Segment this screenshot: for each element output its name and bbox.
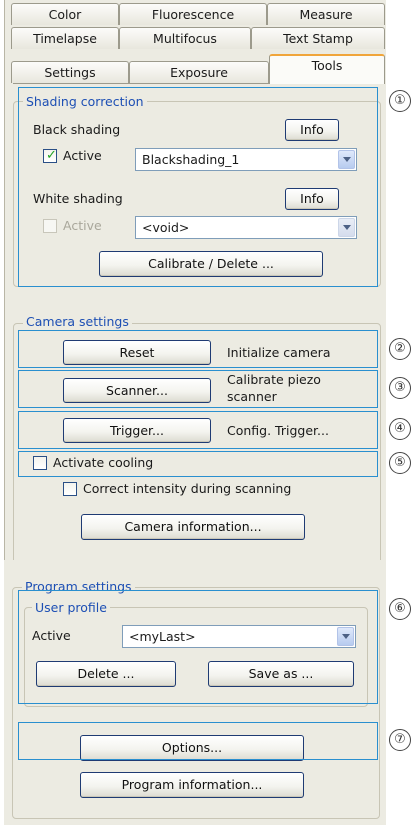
tab-text-stamp[interactable]: Text Stamp xyxy=(251,27,385,49)
program-information-button[interactable]: Program information... xyxy=(80,772,304,798)
callout-frame-6 xyxy=(18,590,378,704)
tab-timelapse[interactable]: Timelapse xyxy=(11,27,119,49)
tab-tools[interactable]: Tools xyxy=(269,54,385,84)
tab-multifocus[interactable]: Multifocus xyxy=(119,27,251,49)
callout-frame-5 xyxy=(18,451,378,477)
tab-measure[interactable]: Measure xyxy=(267,3,385,25)
tab-settings[interactable]: Settings xyxy=(11,61,129,83)
correct-intensity-label: Correct intensity during scanning xyxy=(83,481,292,496)
callout-number-5: ⑤ xyxy=(389,452,411,474)
callout-frame-7 xyxy=(18,722,378,760)
callout-number-6: ⑥ xyxy=(389,598,411,620)
correct-intensity-checkbox[interactable] xyxy=(63,482,77,496)
callout-number-2: ② xyxy=(389,338,411,360)
callout-number-1: ① xyxy=(389,90,411,112)
callout-number-3: ③ xyxy=(389,377,411,399)
callout-number-4: ④ xyxy=(389,418,411,440)
callout-frame-3 xyxy=(18,370,378,408)
callout-number-7: ⑦ xyxy=(389,729,411,751)
callout-frame-2 xyxy=(18,330,378,368)
callout-frame-1 xyxy=(18,87,378,287)
tab-exposure[interactable]: Exposure xyxy=(129,61,269,83)
camera-information-button[interactable]: Camera information... xyxy=(81,514,305,540)
tab-color[interactable]: Color xyxy=(11,3,119,25)
tab-fluorescence[interactable]: Fluorescence xyxy=(119,3,267,25)
callout-frame-4 xyxy=(18,411,378,449)
camera-settings-title: Camera settings xyxy=(23,314,132,329)
